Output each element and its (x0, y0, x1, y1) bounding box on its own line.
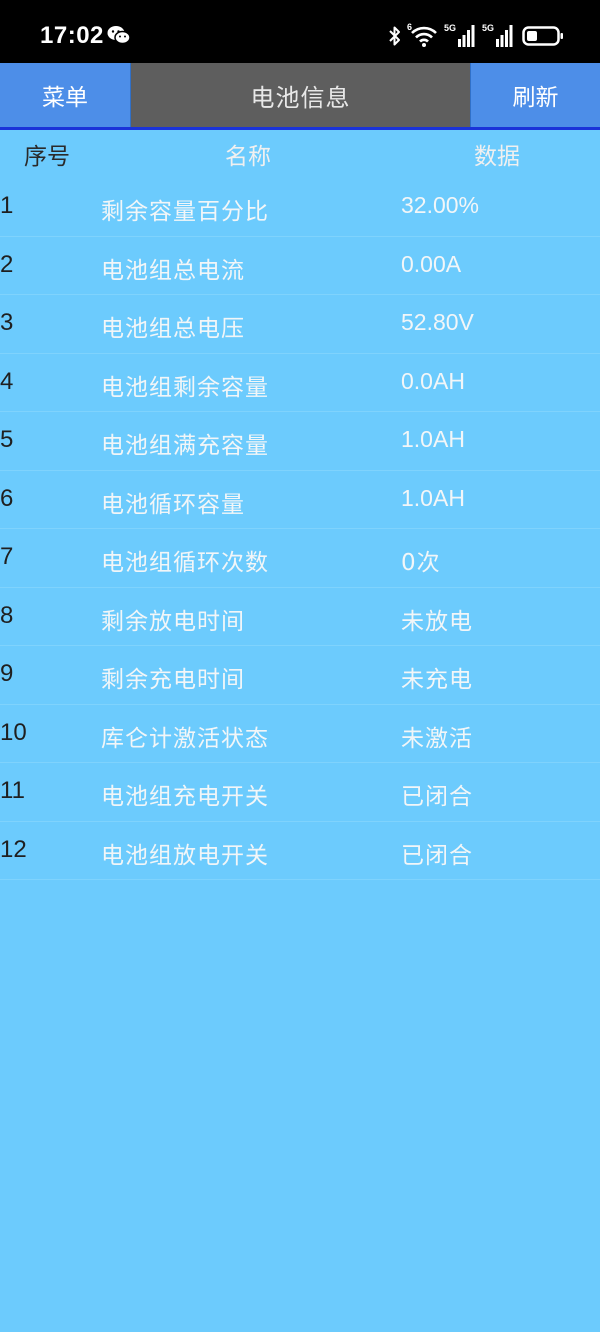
row-value: 已闭合 (401, 784, 473, 810)
row-name: 电池组总电压 (101, 316, 245, 342)
sim2-label: 5G (482, 23, 495, 33)
table-row: 3 电池组总电压 52.80V (0, 295, 600, 354)
table-row: 10 库仑计激活状态 未激活 (0, 705, 600, 763)
row-index: 7 (0, 543, 14, 570)
row-name: 电池组剩余容量 (101, 374, 269, 401)
table-row: 7 电池组循环次数 0次 (0, 529, 600, 588)
row-index: 6 (0, 484, 14, 512)
status-icons: 6 5G 5G (388, 22, 564, 50)
row-value: 0.00A (401, 250, 462, 277)
row-value: 32.00% (401, 192, 480, 218)
nav-bar: 菜单 电池信息 刷新 (0, 63, 600, 130)
table-row: 8 剩余放电时间 未放电 (0, 588, 600, 646)
wifi-icon: 6 (407, 22, 438, 47)
row-index: 3 (0, 309, 14, 336)
menu-button[interactable]: 菜单 (0, 63, 131, 127)
row-name: 电池组满充容量 (101, 433, 269, 459)
column-header-value: 数据 (474, 144, 520, 170)
row-index: 1 (0, 192, 14, 219)
table-row: 2 电池组总电流 0.00A (0, 237, 600, 295)
battery-info-table: 1 剩余容量百分比 32.00% 2 电池组总电流 0.00A 3 电池组总电压… (0, 178, 600, 880)
status-time: 17:02 (40, 22, 104, 49)
row-name: 剩余容量百分比 (101, 199, 269, 225)
refresh-button[interactable]: 刷新 (470, 63, 600, 127)
table-row: 11 电池组充电开关 已闭合 (0, 763, 600, 822)
signal-5g-icon: 5G (444, 23, 476, 47)
row-name: 电池组充电开关 (101, 784, 269, 810)
battery-icon (522, 25, 564, 47)
row-name: 剩余充电时间 (101, 667, 245, 693)
row-index: 2 (0, 250, 14, 278)
row-value: 未放电 (401, 608, 473, 635)
signal-5g-icon: 5G (482, 23, 514, 47)
table-row: 9 剩余充电时间 未充电 (0, 646, 600, 705)
row-value: 1.0AH (401, 426, 465, 452)
row-index: 8 (0, 601, 14, 629)
table-row: 12 电池组放电开关 已闭合 (0, 822, 600, 880)
row-value: 1.0AH (401, 484, 465, 511)
row-index: 5 (0, 426, 14, 453)
table-row: 4 电池组剩余容量 0.0AH (0, 354, 600, 412)
row-value: 0次 (401, 550, 441, 576)
row-value: 已闭合 (401, 842, 473, 869)
row-index: 4 (0, 367, 14, 395)
page-title: 电池信息 (131, 63, 470, 127)
column-header-index: 序号 (24, 144, 70, 170)
row-index: 12 (0, 835, 27, 863)
row-name: 电池组总电流 (101, 257, 245, 284)
row-value: 未充电 (401, 667, 473, 693)
table-row: 6 电池循环容量 1.0AH (0, 471, 600, 529)
wechat-icon (107, 25, 131, 49)
table-row: 5 电池组满充容量 1.0AH (0, 412, 600, 471)
column-header-name: 名称 (225, 144, 271, 170)
row-name: 电池组循环次数 (101, 550, 269, 576)
table-header: 序号 名称 数据 (0, 130, 600, 178)
wifi-label: 6 (407, 22, 413, 32)
row-name: 电池组放电开关 (101, 842, 269, 869)
row-name: 剩余放电时间 (101, 608, 245, 635)
sim1-label: 5G (444, 23, 457, 33)
row-index: 9 (0, 660, 14, 687)
row-name: 电池循环容量 (101, 491, 245, 518)
row-index: 10 (0, 718, 27, 746)
table-row: 1 剩余容量百分比 32.00% (0, 178, 600, 237)
row-index: 11 (0, 777, 25, 804)
bluetooth-icon (388, 25, 402, 47)
row-value: 52.80V (401, 309, 474, 335)
row-name: 库仑计激活状态 (101, 725, 269, 752)
row-value: 0.0AH (401, 367, 465, 394)
row-value: 未激活 (401, 725, 473, 752)
status-bar: 17:02 6 5G 5G (0, 0, 600, 63)
